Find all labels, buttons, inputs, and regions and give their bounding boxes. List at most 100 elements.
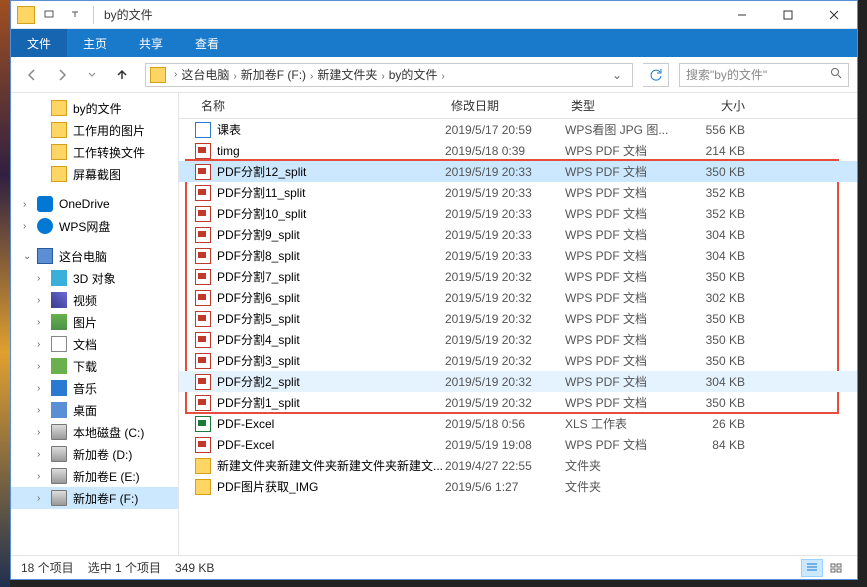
file-date: 2019/5/19 20:32 <box>445 312 565 326</box>
file-name: PDF分割12_split <box>217 163 306 180</box>
file-row[interactable]: PDF分割3_split2019/5/19 20:32WPS PDF 文档350… <box>179 350 857 371</box>
tree-item[interactable]: ›文档 <box>11 333 178 355</box>
file-name: PDF-Excel <box>217 438 274 452</box>
tree-item[interactable]: ›新加卷 (D:) <box>11 443 178 465</box>
tree-item[interactable]: ›新加卷E (E:) <box>11 465 178 487</box>
tree-item[interactable]: ›下载 <box>11 355 178 377</box>
minimize-button[interactable] <box>719 1 765 29</box>
file-row[interactable]: PDF分割12_split2019/5/19 20:33WPS PDF 文档35… <box>179 161 857 182</box>
tree-item[interactable]: ›图片 <box>11 311 178 333</box>
expand-icon[interactable]: › <box>37 317 51 328</box>
tree-item[interactable]: ›视频 <box>11 289 178 311</box>
tab-file[interactable]: 文件 <box>11 29 67 57</box>
tab-share[interactable]: 共享 <box>123 29 179 57</box>
doc-icon <box>51 336 67 352</box>
breadcrumb-item[interactable]: by的文件 <box>389 68 438 82</box>
file-row[interactable]: PDF分割10_split2019/5/19 20:33WPS PDF 文档35… <box>179 203 857 224</box>
tree-item[interactable]: by的文件 <box>11 97 178 119</box>
breadcrumb-item[interactable]: 新加卷F (F:) <box>241 68 306 82</box>
view-icons-button[interactable] <box>825 559 847 577</box>
expand-icon[interactable]: › <box>37 427 51 438</box>
column-headers[interactable]: 名称 修改日期 类型 大小 <box>179 93 857 119</box>
tree-item[interactable]: 工作用的图片 <box>11 119 178 141</box>
tree-item[interactable]: ›新加卷F (F:) <box>11 487 178 509</box>
refresh-button[interactable] <box>643 63 669 87</box>
file-date: 2019/5/6 1:27 <box>445 480 565 494</box>
expand-icon[interactable]: ⌄ <box>23 251 37 262</box>
qat-customize[interactable] <box>63 4 87 26</box>
file-row[interactable]: PDF分割8_split2019/5/19 20:33WPS PDF 文档304… <box>179 245 857 266</box>
file-row[interactable]: timg2019/5/18 0:39WPS PDF 文档214 KB <box>179 140 857 161</box>
pic-icon <box>51 314 67 330</box>
tree-item[interactable]: ›音乐 <box>11 377 178 399</box>
tab-view[interactable]: 查看 <box>179 29 235 57</box>
address-history-dropdown[interactable]: ⌄ <box>606 68 628 82</box>
file-row[interactable]: PDF分割9_split2019/5/19 20:33WPS PDF 文档304… <box>179 224 857 245</box>
expand-icon[interactable]: › <box>23 221 37 232</box>
file-row[interactable]: PDF分割2_split2019/5/19 20:32WPS PDF 文档304… <box>179 371 857 392</box>
expand-icon[interactable]: › <box>37 339 51 350</box>
breadcrumb-item[interactable]: 新建文件夹 <box>317 68 377 82</box>
file-size: 350 KB <box>685 270 765 284</box>
tab-home[interactable]: 主页 <box>67 29 123 57</box>
expand-icon[interactable]: › <box>37 471 51 482</box>
expand-icon[interactable]: › <box>37 383 51 394</box>
file-row[interactable]: 课表2019/5/17 20:59WPS看图 JPG 图...556 KB <box>179 119 857 140</box>
col-size[interactable]: 大小 <box>685 97 765 114</box>
qat-dropdown[interactable] <box>37 4 61 26</box>
tree-item-label: 这台电脑 <box>59 248 107 265</box>
search-input[interactable]: 搜索"by的文件" <box>679 63 849 87</box>
file-row[interactable]: PDF分割1_split2019/5/19 20:32WPS PDF 文档350… <box>179 392 857 413</box>
file-row[interactable]: PDF分割6_split2019/5/19 20:32WPS PDF 文档302… <box>179 287 857 308</box>
file-date: 2019/5/17 20:59 <box>445 123 565 137</box>
file-row[interactable]: PDF分割11_split2019/5/19 20:33WPS PDF 文档35… <box>179 182 857 203</box>
expand-icon[interactable]: › <box>37 361 51 372</box>
address-bar[interactable]: › 这台电脑›新加卷F (F:)›新建文件夹›by的文件› ⌄ <box>145 63 633 87</box>
navigation-pane[interactable]: by的文件工作用的图片工作转换文件屏幕截图 ›OneDrive›WPS网盘 ⌄ 这台电… <box>11 93 179 555</box>
file-list[interactable]: 课表2019/5/17 20:59WPS看图 JPG 图...556 KBtim… <box>179 119 857 555</box>
tree-item[interactable]: ›本地磁盘 (C:) <box>11 421 178 443</box>
expand-icon[interactable]: › <box>37 449 51 460</box>
chevron-right-icon: › <box>233 71 236 82</box>
nav-forward[interactable] <box>49 62 75 88</box>
file-date: 2019/5/19 20:33 <box>445 186 565 200</box>
file-date: 2019/5/18 0:39 <box>445 144 565 158</box>
file-row[interactable]: PDF分割7_split2019/5/19 20:32WPS PDF 文档350… <box>179 266 857 287</box>
file-row[interactable]: PDF-Excel2019/5/18 0:56XLS 工作表26 KB <box>179 413 857 434</box>
tree-item[interactable]: 工作转换文件 <box>11 141 178 163</box>
chevron-right-icon: › <box>381 71 384 82</box>
nav-up[interactable] <box>109 62 135 88</box>
file-row[interactable]: PDF-Excel2019/5/19 19:08WPS PDF 文档84 KB <box>179 434 857 455</box>
tree-item[interactable]: ⌄ 这台电脑 <box>11 245 178 267</box>
col-date[interactable]: 修改日期 <box>445 97 565 114</box>
tree-item[interactable]: ›OneDrive <box>11 193 178 215</box>
nav-back[interactable] <box>19 62 45 88</box>
tree-item[interactable]: ›3D 对象 <box>11 267 178 289</box>
expand-icon[interactable]: › <box>37 295 51 306</box>
tree-item[interactable]: ›WPS网盘 <box>11 215 178 237</box>
view-details-button[interactable] <box>801 559 823 577</box>
pdf-icon <box>195 206 211 222</box>
file-row[interactable]: PDF分割4_split2019/5/19 20:32WPS PDF 文档350… <box>179 329 857 350</box>
col-type[interactable]: 类型 <box>565 97 685 114</box>
file-size: 350 KB <box>685 165 765 179</box>
file-date: 2019/5/19 19:08 <box>445 438 565 452</box>
maximize-button[interactable] <box>765 1 811 29</box>
nav-recent[interactable] <box>79 62 105 88</box>
breadcrumb-item[interactable]: 这台电脑 <box>181 68 229 82</box>
tree-item[interactable]: ›桌面 <box>11 399 178 421</box>
expand-icon[interactable]: › <box>37 405 51 416</box>
expand-icon[interactable]: › <box>37 273 51 284</box>
col-name[interactable]: 名称 <box>195 97 445 114</box>
file-type: WPS PDF 文档 <box>565 163 685 180</box>
folder-icon <box>51 144 67 160</box>
file-row[interactable]: PDF图片获取_IMG2019/5/6 1:27文件夹 <box>179 476 857 497</box>
file-size: 352 KB <box>685 207 765 221</box>
tree-item[interactable]: 屏幕截图 <box>11 163 178 185</box>
close-button[interactable] <box>811 1 857 29</box>
file-row[interactable]: 新建文件夹新建文件夹新建文件夹新建文...2019/4/27 22:55文件夹 <box>179 455 857 476</box>
expand-icon[interactable]: › <box>37 493 51 504</box>
file-row[interactable]: PDF分割5_split2019/5/19 20:32WPS PDF 文档350… <box>179 308 857 329</box>
expand-icon[interactable]: › <box>23 199 37 210</box>
statusbar: 18 个项目 选中 1 个项目 349 KB <box>11 555 857 579</box>
